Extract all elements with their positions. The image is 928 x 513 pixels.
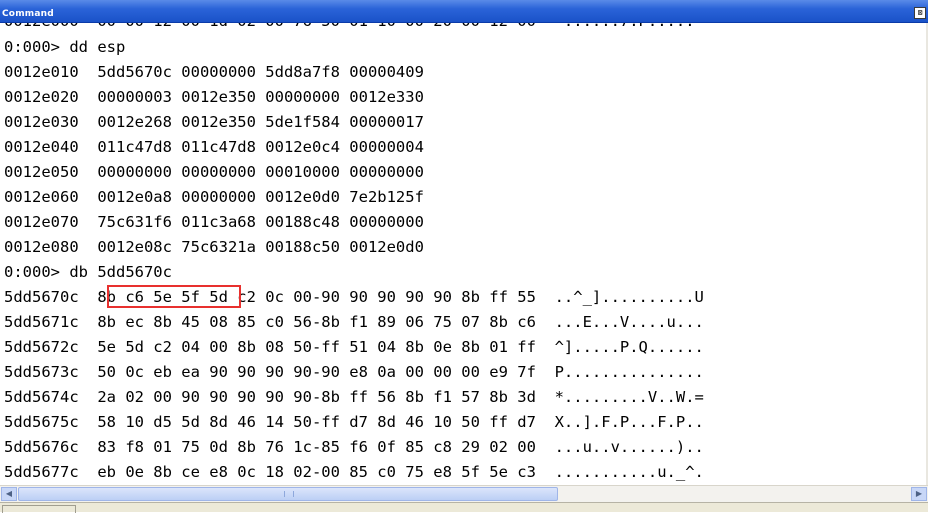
output-line: 5dd5676c 83 f8 01 75 0d 8b 76 1c-85 f6 0… [4,438,704,456]
window-title: Command [2,9,54,19]
output-line-partial: 0012e000 00 00 12 00 1d 02 00 76-50 01 1… [4,23,695,33]
output-line: 0012e080 0012e08c 75c6321a 00188c50 0012… [4,238,424,256]
close-icon[interactable]: ⊠ [914,7,926,19]
grip-icon [284,491,294,497]
output-line: 5dd5673c 50 0c eb ea 90 90 90 90-90 e8 0… [4,363,704,381]
output-line: 0012e040 011c47d8 011c47d8 0012e0c4 0000… [4,138,424,156]
output-line: 5dd5675c 58 10 d5 5d 8d 46 14 50-ff d7 8… [4,413,704,431]
command-window-titlebar[interactable]: Command ⊠ [0,0,928,23]
output-line: 5dd5672c 5e 5d c2 04 00 8b 08 50-ff 51 0… [4,338,704,356]
command-line-db: 0:000> db 5dd5670c [4,263,172,281]
scroll-right-icon[interactable]: ▶ [911,487,927,501]
output-line: 5dd5671c 8b ec 8b 45 08 85 c0 56-8b f1 8… [4,313,704,331]
output-line: 0012e020 00000003 0012e350 00000000 0012… [4,88,424,106]
output-line: 0012e030 0012e268 0012e350 5de1f584 0000… [4,113,424,131]
status-bar [0,502,928,513]
highlight-box [107,285,241,308]
output-line: 0012e060 0012e0a8 00000000 0012e0d0 7e2b… [4,188,424,206]
horizontal-scrollbar[interactable]: ◀ ▶ [0,485,928,502]
command-line-dd: 0:000> dd esp [4,38,126,56]
scroll-thumb[interactable] [18,487,558,501]
output-line: 5dd5677c eb 0e 8b ce e8 0c 18 02-00 85 c… [4,463,704,481]
output-line: 0012e070 75c631f6 011c3a68 00188c48 0000… [4,213,424,231]
output-line: 5dd5674c 2a 02 00 90 90 90 90 90-8b ff 5… [4,388,704,406]
scroll-left-icon[interactable]: ◀ [1,487,17,501]
output-line: 0012e050 00000000 00000000 00010000 0000… [4,163,424,181]
output-line: 0012e010 5dd5670c 00000000 5dd8a7f8 0000… [4,63,424,81]
command-output-pane[interactable]: 0012e000 00 00 12 00 1d 02 00 76-50 01 1… [0,23,926,485]
